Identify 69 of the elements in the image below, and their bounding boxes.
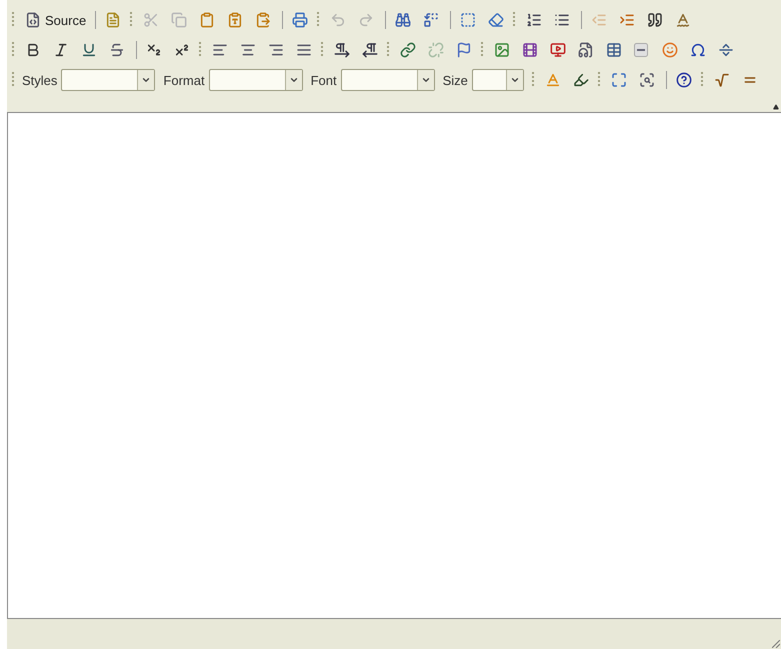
- toolbar-grip[interactable]: [598, 72, 600, 88]
- text-color-icon: [544, 72, 561, 88]
- toolbar-grip[interactable]: [317, 12, 320, 28]
- align-right-icon: [268, 42, 284, 58]
- resize-grip-icon[interactable]: [772, 640, 780, 648]
- toolbar-grip[interactable]: [700, 72, 703, 88]
- caret-icon: [420, 75, 431, 85]
- flag-icon: [456, 42, 472, 58]
- highlighter-icon: [572, 72, 589, 88]
- maximize-icon: [610, 72, 627, 88]
- combo-label: Styles: [22, 72, 58, 88]
- toolbar-grip[interactable]: [532, 72, 534, 88]
- align-center-icon: [240, 42, 256, 58]
- video-icon: [550, 42, 566, 58]
- undo-icon: [330, 12, 346, 28]
- toolbar-grip[interactable]: [130, 12, 132, 28]
- omega-icon: [690, 42, 706, 58]
- toolbar-grip[interactable]: [513, 12, 516, 28]
- radical-icon: [714, 72, 730, 88]
- page-break-icon: [718, 42, 734, 58]
- printer-icon: [292, 12, 308, 28]
- unlink-icon: [428, 42, 444, 58]
- quote-icon: [647, 12, 664, 28]
- document-icon: [25, 12, 41, 28]
- collapse-icon[interactable]: [773, 104, 779, 110]
- italic-icon: [53, 42, 69, 58]
- outdent-icon: [591, 12, 608, 28]
- caret-icon: [141, 75, 152, 85]
- justify-icon: [296, 42, 312, 58]
- magnifier-icon: [638, 72, 655, 88]
- dashed-square-icon: [460, 12, 476, 28]
- image-icon: [494, 42, 510, 58]
- strikethrough-icon: [109, 42, 125, 58]
- subscript-icon: [146, 42, 162, 58]
- help-icon: [676, 72, 692, 88]
- dropdown-field[interactable]: [208, 69, 303, 91]
- clipboard-icon: [227, 12, 244, 28]
- audio-file-icon: [578, 42, 594, 58]
- clipboard-icon: [255, 12, 272, 28]
- film-icon: [522, 42, 538, 58]
- binoculars-icon: [395, 12, 412, 28]
- scissors-icon: [143, 12, 160, 28]
- dropdown-field[interactable]: [472, 69, 524, 91]
- link-icon: [400, 42, 416, 58]
- combo-label: Format: [163, 72, 205, 88]
- align-left-icon: [212, 42, 228, 58]
- numbered-list-icon: [526, 12, 542, 28]
- smiley-icon: [662, 42, 678, 58]
- dropdown-field[interactable]: [340, 69, 435, 91]
- table-icon: [606, 42, 622, 58]
- clipboard-icon: [199, 12, 216, 28]
- combo-label: Font: [310, 72, 337, 88]
- bulleted-list-icon: [554, 12, 570, 28]
- indent-icon: [619, 12, 636, 28]
- pilcrow-icon: [334, 42, 350, 58]
- superscript-icon: [174, 42, 190, 58]
- dropdown-field[interactable]: [61, 69, 156, 91]
- caret-icon: [510, 75, 520, 85]
- document-icon: [105, 12, 122, 28]
- source-button[interactable]: Source: [21, 8, 90, 32]
- combo-label: Size: [442, 72, 468, 88]
- redo-icon: [358, 12, 374, 28]
- caret-icon: [288, 75, 299, 85]
- copy-icon: [171, 12, 188, 28]
- pilcrow-icon: [362, 42, 378, 58]
- spellcheck-icon: [675, 12, 692, 28]
- underline-icon: [81, 42, 97, 58]
- eraser-icon: [488, 12, 504, 28]
- replace-icon: [423, 12, 440, 28]
